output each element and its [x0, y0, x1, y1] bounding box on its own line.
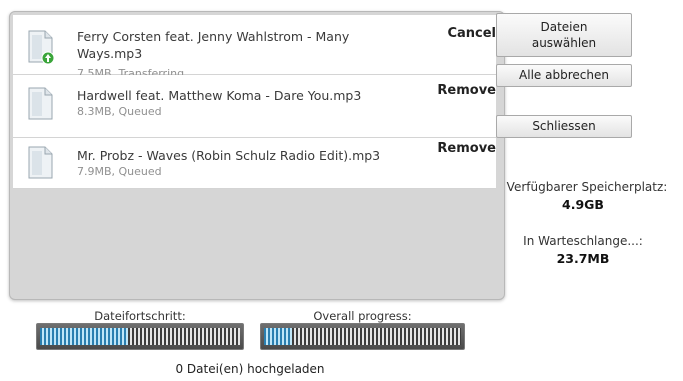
uploaded-count: 0 Datei(en) hochgeladen: [175, 362, 325, 376]
cancel-file-button[interactable]: Cancel: [447, 26, 496, 41]
queued-size-value: 23.7MB: [556, 251, 610, 266]
free-space-label: Verfügbarer Speicherplatz:: [506, 180, 668, 194]
file-name: Mr. Probz - Waves (Robin Schulz Radio Ed…: [77, 148, 381, 163]
overall-progress-label: Overall progress:: [313, 309, 412, 323]
remove-file-button[interactable]: Remove: [437, 141, 496, 156]
audio-file-upload-icon: [28, 30, 55, 65]
queued-size-label: In Warteschlange...:: [523, 234, 643, 248]
select-files-label-line2: auswählen: [531, 36, 597, 50]
file-name: Ferry Corsten feat. Jenny Wahlstrom - Ma…: [77, 28, 349, 62]
remove-file-button[interactable]: Remove: [437, 83, 496, 98]
file-progress-fill: [40, 328, 128, 345]
overall-progress-bar: [260, 323, 465, 350]
file-progress-label: Dateifortschritt:: [94, 309, 186, 323]
queue-item: Hardwell feat. Matthew Koma - Dare You.m…: [13, 75, 496, 138]
file-status: 8.3MB, Queued: [77, 105, 162, 118]
file-name-line2: Ways.mp3: [77, 46, 143, 61]
file-name-line1: Ferry Corsten feat. Jenny Wahlstrom - Ma…: [77, 29, 350, 44]
close-button[interactable]: Schliessen: [496, 115, 632, 138]
file-progress-bar: [36, 323, 244, 350]
queue-item: Ferry Corsten feat. Jenny Wahlstrom - Ma…: [13, 15, 496, 80]
audio-file-icon: [28, 146, 53, 179]
upload-queue-panel: Ferry Corsten feat. Jenny Wahlstrom - Ma…: [9, 11, 505, 300]
file-name: Hardwell feat. Matthew Koma - Dare You.m…: [77, 88, 362, 103]
free-space-value: 4.9GB: [562, 197, 604, 212]
select-files-label-line1: Dateien: [540, 20, 588, 34]
cancel-all-button[interactable]: Alle abbrechen: [496, 64, 632, 87]
overall-progress-track: [264, 328, 461, 345]
queue-item: Mr. Probz - Waves (Robin Schulz Radio Ed…: [13, 138, 496, 189]
audio-file-icon: [28, 87, 53, 120]
overall-progress-fill: [264, 328, 292, 345]
select-files-button[interactable]: Dateien auswählen: [496, 13, 632, 57]
file-progress-track: [40, 328, 240, 345]
file-status: 7.9MB, Queued: [77, 165, 162, 178]
